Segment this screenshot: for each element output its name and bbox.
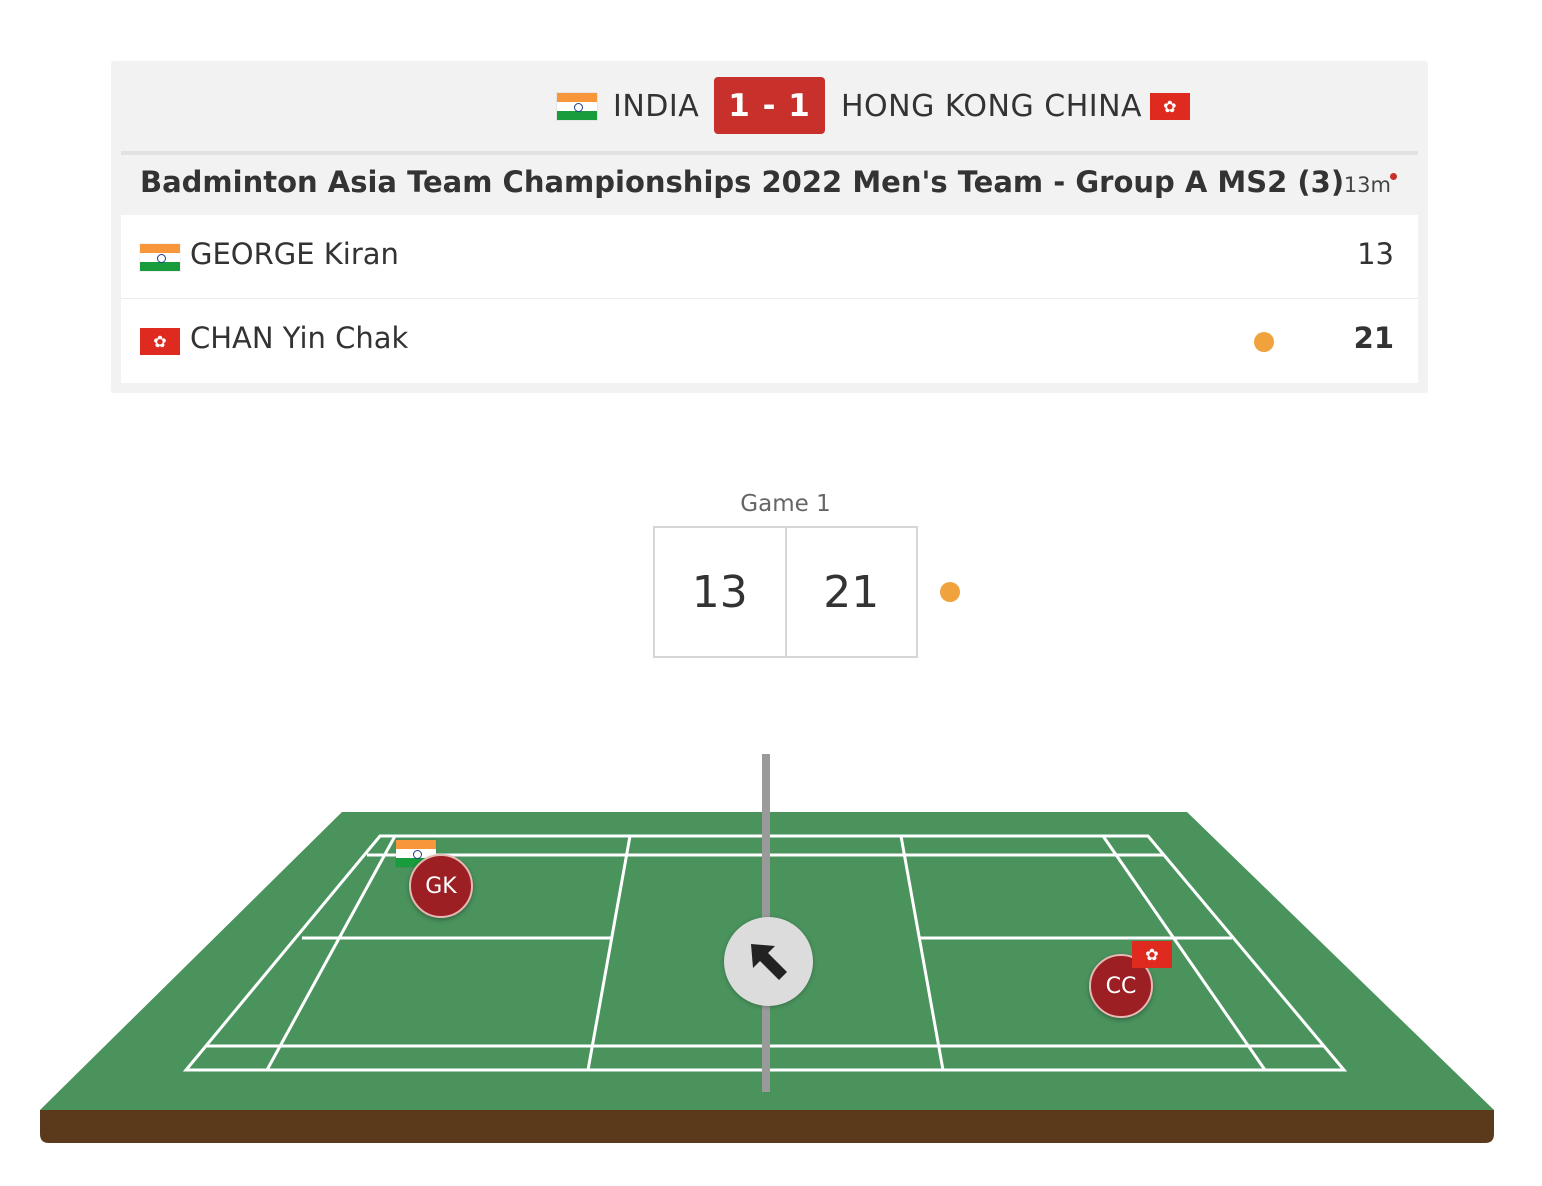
player-row-chan-yin-chak[interactable]: ✿ CHAN Yin Chak 21 <box>121 299 1418 383</box>
tie-header: INDIA 1 - 1 HONG KONG CHINA ✿ <box>111 61 1428 151</box>
team-hong-kong-china[interactable]: HONG KONG CHINA ✿ <box>841 61 1191 151</box>
serving-indicator-icon <box>1254 332 1274 352</box>
player-score: 21 <box>1353 321 1394 355</box>
india-flag-icon <box>557 92 597 120</box>
players-list: GEORGE Kiran 13 ✿ CHAN Yin Chak 21 <box>121 215 1418 383</box>
player-initials: GK <box>425 873 457 899</box>
player-name: GEORGE Kiran <box>190 237 399 271</box>
scoreboard-card: INDIA 1 - 1 HONG KONG CHINA ✿ Badminton … <box>111 61 1428 393</box>
serving-indicator-icon <box>940 582 960 602</box>
elapsed-time: 13m <box>1343 173 1391 197</box>
player-row-george-kiran[interactable]: GEORGE Kiran 13 <box>121 215 1418 299</box>
player-score: 13 <box>1357 237 1394 271</box>
event-title: Badminton Asia Team Championships 2022 M… <box>140 165 1345 199</box>
game-label: Game 1 <box>740 491 831 517</box>
team-india[interactable]: INDIA <box>557 61 699 151</box>
india-flag-icon <box>140 244 180 271</box>
player-initials: CC <box>1105 973 1137 999</box>
game-score-left: 13 <box>655 528 787 656</box>
team-left-name: INDIA <box>613 88 700 124</box>
hong-kong-flag-icon: ✿ <box>140 328 180 355</box>
live-indicator-icon <box>1390 173 1397 180</box>
player-token-gk[interactable]: GK <box>409 854 473 918</box>
game-score-box: 13 21 <box>653 526 918 658</box>
game-score-right: 21 <box>823 566 880 618</box>
event-row: Badminton Asia Team Championships 2022 M… <box>121 155 1418 215</box>
shuttle-direction-button[interactable] <box>724 917 813 1006</box>
court-base <box>40 1110 1494 1143</box>
arrow-up-left-icon <box>750 943 787 980</box>
hong-kong-flag-icon: ✿ <box>1132 941 1172 968</box>
team-right-name: HONG KONG CHINA <box>841 88 1143 124</box>
hong-kong-flag-icon: ✿ <box>1150 92 1191 120</box>
player-name: CHAN Yin Chak <box>190 321 409 355</box>
tie-score-badge: 1 - 1 <box>714 77 825 134</box>
